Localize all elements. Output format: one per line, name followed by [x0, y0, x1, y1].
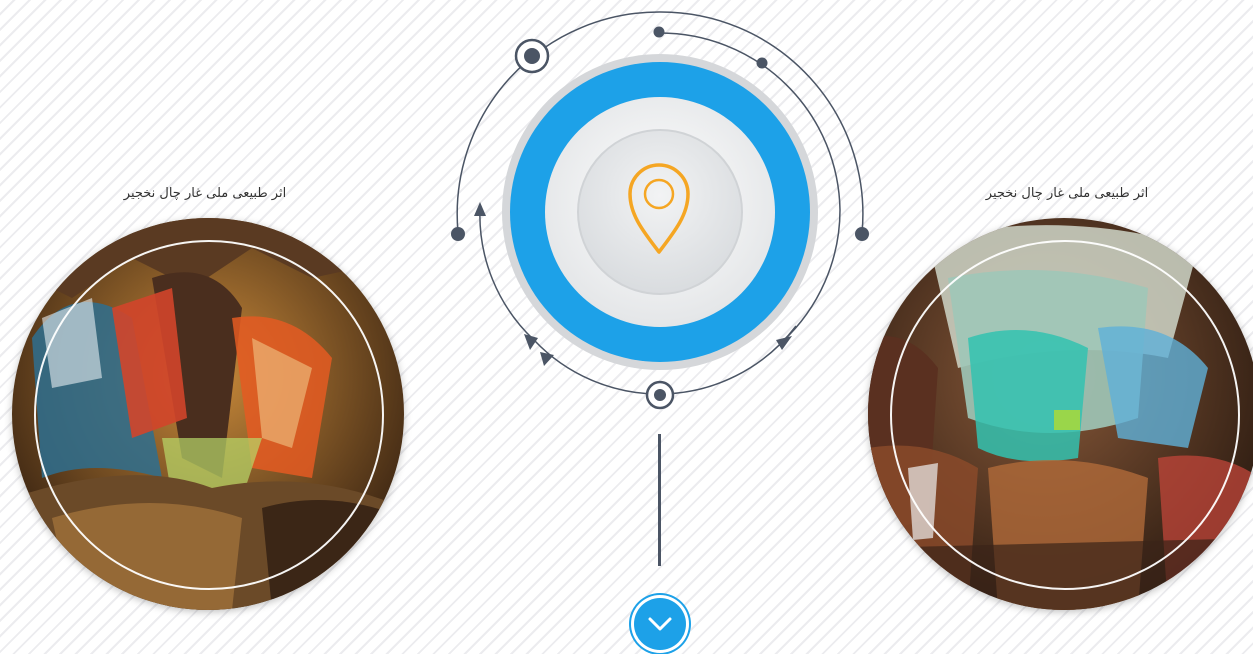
center-location-graphic — [430, 0, 890, 430]
chevron-down-icon — [648, 617, 672, 631]
right-photo-caption: اثر طبیعی ملی غار چال نخجیر — [985, 186, 1149, 201]
left-photo-caption: اثر طبیعی ملی غار چال نخجیر — [123, 186, 287, 201]
cave-photo-left — [12, 218, 404, 610]
cave-photo-right — [868, 218, 1253, 610]
scroll-down-button[interactable] — [634, 598, 686, 650]
connector-line — [658, 434, 661, 566]
